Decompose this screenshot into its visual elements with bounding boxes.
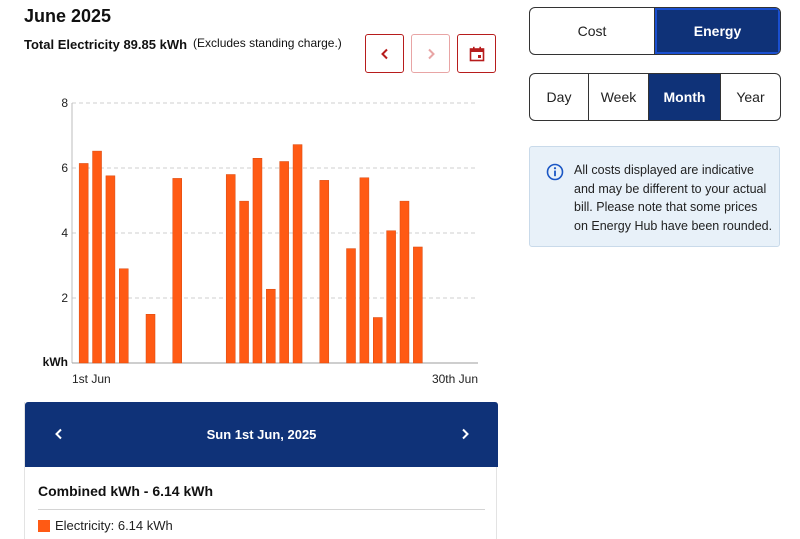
calendar-icon [469, 46, 484, 61]
day-detail-panel: Sun 1st Jun, 2025 Combined kWh - 6.14 kW… [24, 402, 498, 539]
info-icon [546, 163, 564, 181]
total-electricity: Total Electricity 89.85 kWh (Excludes sta… [24, 36, 342, 52]
divider [38, 509, 485, 510]
y-tick-label: 2 [61, 291, 68, 305]
energy-bar [172, 178, 182, 364]
x-tick-label-last: 30th Jun [432, 372, 478, 386]
energy-bar [92, 150, 102, 364]
toggle-energy[interactable]: Energy [655, 8, 780, 54]
energy-bar [252, 158, 263, 364]
electricity-kwh: Electricity: 6.14 kWh [55, 518, 173, 533]
energy-chart: 2 4 6 8 kWh 1st Jun 30th Jun [0, 90, 500, 390]
energy-bar [386, 230, 396, 364]
period-year[interactable]: Year [721, 74, 780, 120]
y-tick-label: 8 [61, 96, 68, 110]
energy-bar [225, 174, 236, 364]
standing-charge-note: (Excludes standing charge.) [193, 36, 342, 50]
energy-bar [119, 268, 129, 364]
energy-bar [346, 248, 356, 364]
electricity-swatch [38, 519, 50, 532]
energy-bar [292, 144, 303, 364]
page-title: June 2025 [24, 6, 112, 26]
energy-bar [105, 175, 116, 364]
energy-bar [279, 161, 289, 364]
calendar-button[interactable] [457, 34, 496, 73]
chevron-left-icon [380, 48, 388, 59]
cost-energy-toggle: Cost Energy [529, 7, 781, 55]
toggle-cost[interactable]: Cost [530, 8, 655, 54]
electricity-legend-item: Electricity: 6.14 kWh [38, 518, 173, 533]
energy-bar [413, 246, 423, 364]
selected-day-date: Sun 1st Jun, 2025 [206, 427, 317, 442]
next-day-button[interactable] [455, 424, 475, 444]
energy-bar [399, 200, 410, 364]
energy-bar-chart: 2 4 6 8 kWh 1st Jun 30th Jun [43, 96, 478, 386]
y-tick-label: 4 [61, 226, 68, 240]
period-month[interactable]: Month [649, 74, 721, 120]
energy-bar [239, 200, 249, 364]
x-tick-label-first: 1st Jun [72, 372, 111, 386]
total-electricity-value: Total Electricity 89.85 kWh [24, 37, 188, 52]
previous-month-button[interactable] [365, 34, 404, 73]
y-axis-unit-label: kWh [43, 355, 68, 369]
energy-bar [266, 288, 276, 364]
previous-day-button[interactable] [49, 424, 69, 444]
day-detail-header: Sun 1st Jun, 2025 [25, 402, 498, 467]
info-notice: All costs displayed are indicative and m… [529, 146, 780, 247]
period-day[interactable]: Day [530, 74, 589, 120]
period-week[interactable]: Week [589, 74, 649, 120]
info-text: All costs displayed are indicative and m… [574, 163, 773, 233]
chevron-left-icon [55, 428, 62, 440]
chevron-right-icon [462, 428, 469, 440]
energy-bar [373, 317, 383, 364]
energy-bar [78, 163, 89, 364]
chevron-right-icon [427, 48, 435, 59]
y-tick-label: 6 [61, 161, 68, 175]
energy-bar [145, 314, 156, 364]
energy-bar [319, 180, 330, 364]
period-selector: Day Week Month Year [529, 73, 781, 121]
energy-bar [359, 177, 370, 364]
next-month-button[interactable] [411, 34, 450, 73]
combined-kwh: Combined kWh - 6.14 kWh [38, 483, 214, 499]
